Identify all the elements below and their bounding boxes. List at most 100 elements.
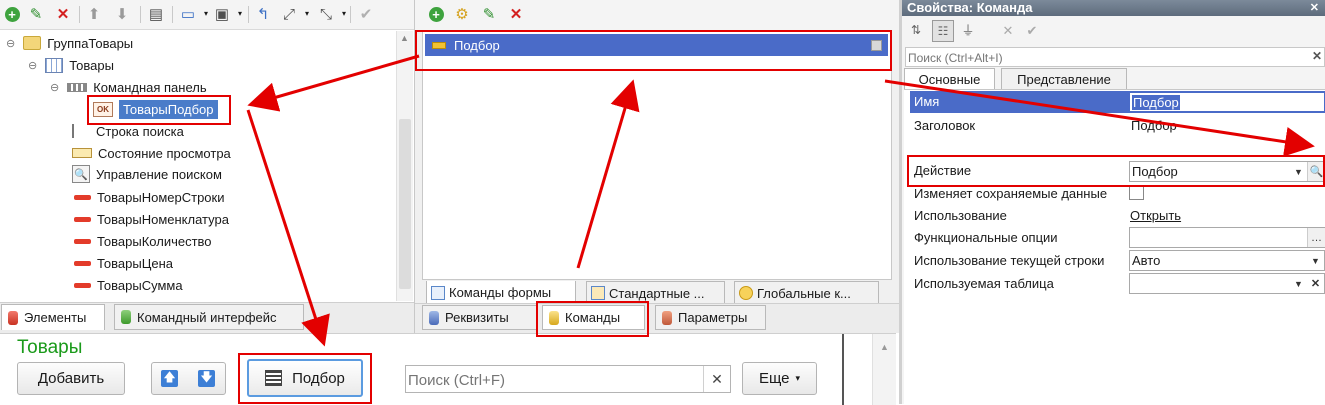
wrap-icon[interactable]: ↰ <box>253 4 273 24</box>
filter-icon[interactable]: ⏚ <box>958 20 978 40</box>
tree-item-label: ТоварыЦена <box>97 255 173 271</box>
collapse-icon[interactable]: ⊖ <box>6 37 15 50</box>
accept-icon[interactable]: ✔ <box>1022 20 1042 40</box>
left-scrollbar[interactable]: ▲ <box>396 31 413 301</box>
name-label: Имя <box>914 94 940 109</box>
clear-search-icon[interactable]: ✕ <box>703 366 730 392</box>
modifies-label: Изменяет сохраняемые данные <box>914 186 1108 201</box>
clear-icon[interactable]: ✕ <box>1307 274 1324 293</box>
tab-global-commands[interactable]: Глобальные к... <box>734 281 879 305</box>
field-icon <box>74 194 91 200</box>
dropdown-icon[interactable]: ▼ <box>1290 274 1307 293</box>
sort-icon[interactable]: ⇅ <box>906 20 926 40</box>
name-field[interactable]: Подбор <box>1129 92 1325 112</box>
tree-item-label: ТоварыНоменклатура <box>97 211 229 227</box>
tab-parameters[interactable]: Параметры <box>655 305 766 330</box>
add-sub-icon[interactable]: ⚙ <box>452 4 472 24</box>
properties-search-input[interactable] <box>906 48 1290 67</box>
left-toolbar: + ✎ ✕ ⬆ ⬇ ▤ ▭ ▾ ▣ ▾ ↰ ⤢ ▾ ⤡ ▾ ✔ <box>0 0 414 30</box>
delete-icon[interactable]: ✕ <box>53 4 73 24</box>
field-icon <box>74 238 91 244</box>
tab-main[interactable]: Основные <box>904 68 995 90</box>
tab-label: Представление <box>1017 71 1111 87</box>
tree-item-label: Командная панель <box>93 79 207 95</box>
preview-title: Товары <box>17 337 83 358</box>
add-icon[interactable]: + <box>426 4 446 24</box>
tree-item-search-control[interactable]: 🔍 Управление поиском <box>72 164 222 184</box>
tab-label: Параметры <box>678 310 748 325</box>
delete-icon[interactable]: ✕ <box>506 4 526 24</box>
expand-icon[interactable]: ⤡ <box>316 4 336 24</box>
modifies-checkbox[interactable] <box>1129 185 1144 200</box>
tree-item-field[interactable]: ТоварыСумма <box>72 275 183 295</box>
tree-item-command-bar[interactable]: ⊖ Командная панель <box>50 77 207 97</box>
current-row-value: Авто <box>1132 253 1161 268</box>
edit-icon[interactable]: ✎ <box>26 4 46 24</box>
parameters-icon <box>662 310 672 325</box>
scroll-up-icon[interactable]: ▲ <box>880 342 889 352</box>
tab-elements[interactable]: Элементы <box>1 304 105 330</box>
field-icon <box>74 216 91 222</box>
form-icon[interactable]: ▤ <box>146 4 166 24</box>
tree-item-table[interactable]: ⊖ Товары <box>28 55 114 75</box>
move-up-icon[interactable]: ⬆ <box>84 4 104 24</box>
resize-icon[interactable]: ⤢ <box>279 4 299 24</box>
add-icon[interactable]: + <box>2 4 22 24</box>
standard-commands-icon <box>591 286 605 300</box>
more-button[interactable]: Еще ▾ <box>742 362 817 395</box>
categories-icon[interactable]: ☷ <box>932 20 954 42</box>
tab-label: Реквизиты <box>445 310 509 325</box>
layout-dropdown-icon[interactable]: ▾ <box>230 4 250 24</box>
highlight-action-row <box>907 155 1325 187</box>
layout-icon[interactable]: ▣ <box>212 4 232 24</box>
tree-item-label: ТоварыКоличество <box>97 233 212 249</box>
tree-item-group[interactable]: ⊖ ГруппаТовары <box>6 33 133 53</box>
close-icon[interactable]: ✕ <box>1310 0 1319 16</box>
check-icon[interactable]: ✔ <box>356 4 376 24</box>
cancel-icon[interactable]: ✕ <box>998 20 1018 40</box>
tab-label: Стандартные ... <box>609 285 705 301</box>
table-field[interactable]: ▼ ✕ <box>1129 273 1325 294</box>
field-icon <box>74 260 91 266</box>
properties-search[interactable]: ✕ <box>905 47 1325 67</box>
scroll-thumb[interactable] <box>399 119 411 289</box>
view-icon[interactable]: ▭ <box>178 4 198 24</box>
properties-title-bar: Свойства: Команда ✕ <box>902 0 1325 16</box>
move-up-icon[interactable]: 🡅 <box>161 370 178 387</box>
current-row-field[interactable]: Авто ▼ <box>1129 250 1325 271</box>
collapse-icon[interactable]: ⊖ <box>28 59 37 72</box>
search-string-icon <box>72 124 74 138</box>
tree-item-field[interactable]: ТоварыКоличество <box>72 231 212 251</box>
move-down-icon[interactable]: ⬇ <box>112 4 132 24</box>
dropdown-icon[interactable]: ▼ <box>1307 251 1324 270</box>
tab-presentation[interactable]: Представление <box>1001 68 1127 90</box>
preview-search-input[interactable] <box>406 367 700 393</box>
properties-toolbar: ⇅ ☷ ⏚ ✕ ✔ <box>902 17 1325 45</box>
preview-search-field[interactable]: ✕ <box>405 365 731 393</box>
tree-item-field[interactable]: ТоварыЦена <box>72 253 173 273</box>
tree-item-label: ТоварыНомерСтроки <box>97 189 225 205</box>
tab-attributes[interactable]: Реквизиты <box>422 305 537 330</box>
clear-search-icon[interactable]: ✕ <box>1312 49 1322 63</box>
func-options-field[interactable]: … <box>1129 227 1325 248</box>
field-icon <box>74 282 91 288</box>
tree-item-view-state[interactable]: Состояние просмотра <box>72 143 231 163</box>
tree-item-field[interactable]: ТоварыНомерСтроки <box>72 187 225 207</box>
expand-dropdown-icon[interactable]: ▾ <box>334 4 354 24</box>
highlight-pick-button <box>238 353 372 404</box>
usage-link[interactable]: Открыть <box>1130 208 1181 223</box>
title-value[interactable]: Подбор <box>1131 118 1177 133</box>
resize-dropdown-icon[interactable]: ▾ <box>297 4 317 24</box>
tree-item-field[interactable]: ТоварыНоменклатура <box>72 209 229 229</box>
add-button[interactable]: Добавить <box>17 362 125 395</box>
preview-scrollbar[interactable]: ▲ <box>872 334 896 405</box>
folder-icon <box>23 36 42 50</box>
title-label: Заголовок <box>914 118 976 133</box>
move-down-icon[interactable]: 🡇 <box>198 370 215 387</box>
chevron-down-icon: ▾ <box>795 373 801 383</box>
edit-icon[interactable]: ✎ <box>479 4 499 24</box>
collapse-icon[interactable]: ⊖ <box>50 81 59 94</box>
more-icon[interactable]: … <box>1307 228 1325 247</box>
left-panel: + ✎ ✕ ⬆ ⬇ ▤ ▭ ▾ ▣ ▾ ↰ ⤢ ▾ ⤡ ▾ ✔ ⊖ Группа… <box>0 0 415 333</box>
tab-command-interface[interactable]: Командный интерфейс <box>114 304 304 330</box>
